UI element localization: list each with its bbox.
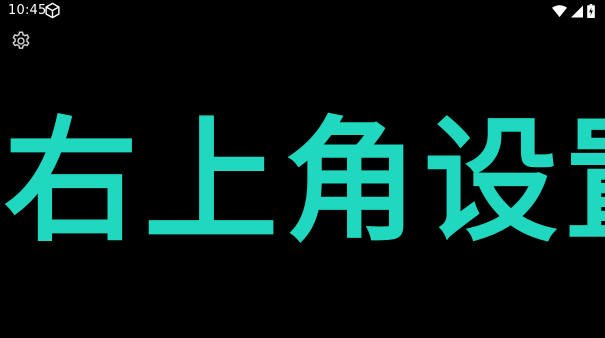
status-bar: 10:45 (0, 0, 605, 22)
gear-icon (10, 30, 32, 56)
cube-icon (44, 2, 61, 19)
status-clock: 10:45 (8, 3, 47, 18)
display-text: 右上角设置 (4, 104, 605, 260)
app-screen: 10:45 右上角设 (0, 0, 605, 338)
battery-charging-icon (587, 4, 595, 18)
wifi-icon (552, 4, 567, 18)
signal-icon (571, 5, 583, 18)
settings-button[interactable] (8, 30, 34, 56)
status-icons (552, 3, 595, 19)
